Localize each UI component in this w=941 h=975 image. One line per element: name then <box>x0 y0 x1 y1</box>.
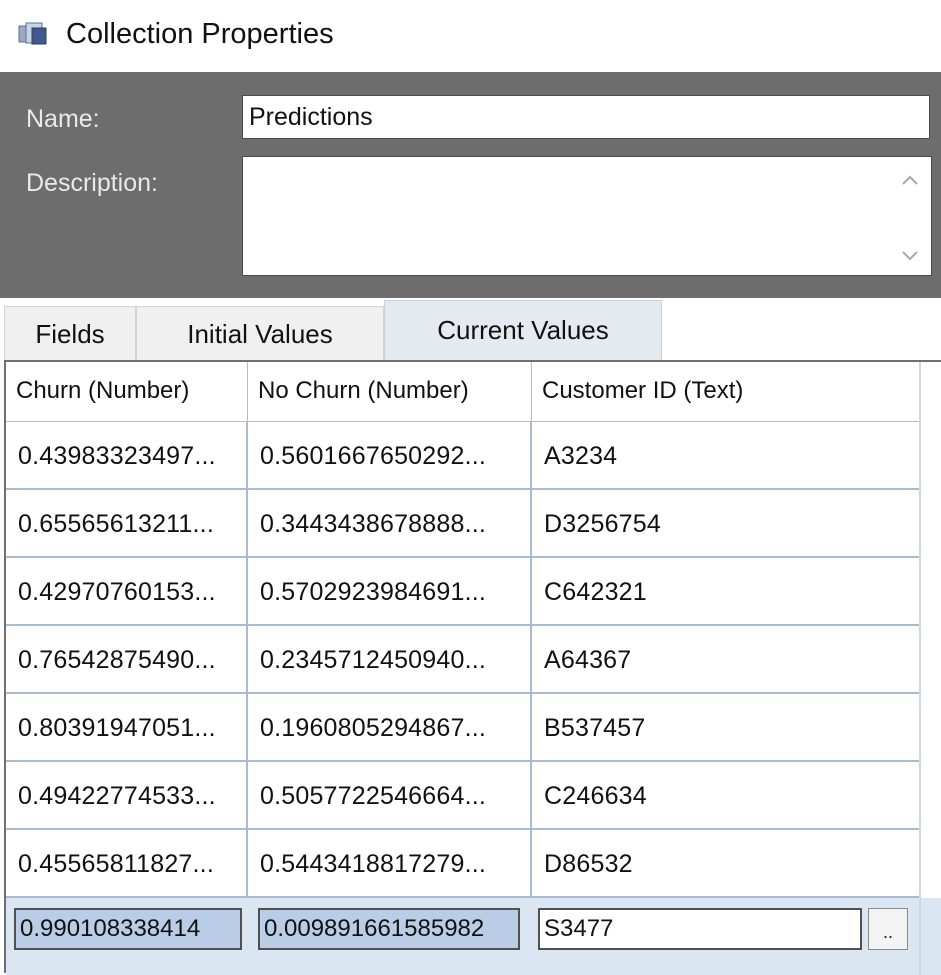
tab-current-values[interactable]: Current Values <box>384 300 662 360</box>
table-row[interactable]: 0.76542875490... 0.2345712450940... A643… <box>6 626 941 694</box>
tab-initial-values[interactable]: Initial Values <box>136 306 384 360</box>
title-bar: Collection Properties <box>0 0 941 72</box>
scroll-down-icon[interactable] <box>900 245 920 265</box>
no-churn-cell[interactable]: 0.1960805294867... <box>248 694 532 762</box>
no-churn-edit-field[interactable] <box>258 908 520 950</box>
column-header-customer-id[interactable]: Customer ID (Text) <box>532 362 921 422</box>
properties-header: Name: Description: <box>0 72 941 298</box>
customer-id-cell[interactable]: D3256754 <box>532 490 921 558</box>
tab-fields[interactable]: Fields <box>4 306 136 360</box>
customer-id-edit-field[interactable] <box>538 908 862 950</box>
grid-header: Churn (Number) No Churn (Number) Custome… <box>6 362 941 422</box>
grid-right-border <box>919 362 921 975</box>
name-label: Name: <box>26 105 100 133</box>
table-row[interactable]: 0.42970760153... 0.5702923984691... C642… <box>6 558 941 626</box>
description-label: Description: <box>26 169 158 197</box>
table-row[interactable]: 0.45565811827... 0.5443418817279... D865… <box>6 830 941 898</box>
churn-cell[interactable]: 0.43983323497... <box>6 422 248 490</box>
name-field[interactable] <box>242 95 930 139</box>
churn-cell[interactable]: 0.45565811827... <box>6 830 248 898</box>
no-churn-cell[interactable]: 0.5601667650292... <box>248 422 532 490</box>
customer-id-cell[interactable]: B537457 <box>532 694 921 762</box>
tab-strip: Fields Initial Values Current Values <box>0 298 941 360</box>
churn-cell[interactable]: 0.65565613211... <box>6 490 248 558</box>
churn-cell[interactable]: 0.80391947051... <box>6 694 248 762</box>
window-title: Collection Properties <box>66 18 334 50</box>
description-scrollbar[interactable] <box>889 157 931 275</box>
table-row[interactable]: 0.49422774533... 0.5057722546664... C246… <box>6 762 941 830</box>
churn-cell[interactable]: 0.76542875490... <box>6 626 248 694</box>
table-row[interactable]: 0.65565613211... 0.3443438678888... D325… <box>6 490 941 558</box>
table-row[interactable]: 0.43983323497... 0.5601667650292... A323… <box>6 422 941 490</box>
column-header-no-churn[interactable]: No Churn (Number) <box>248 362 532 422</box>
customer-id-cell[interactable]: C642321 <box>532 558 921 626</box>
no-churn-cell[interactable]: 0.5057722546664... <box>248 762 532 830</box>
customer-id-cell[interactable]: C246634 <box>532 762 921 830</box>
churn-cell[interactable]: 0.42970760153... <box>6 558 248 626</box>
churn-cell[interactable]: 0.49422774533... <box>6 762 248 830</box>
column-header-churn[interactable]: Churn (Number) <box>6 362 248 422</box>
table-row[interactable]: 0.80391947051... 0.1960805294867... B537… <box>6 694 941 762</box>
new-row-editor: .. <box>6 898 941 975</box>
no-churn-cell[interactable]: 0.2345712450940... <box>248 626 532 694</box>
ellipsis-button[interactable]: .. <box>868 908 908 950</box>
scroll-up-icon[interactable] <box>900 171 920 191</box>
customer-id-cell[interactable]: A64367 <box>532 626 921 694</box>
customer-id-cell[interactable]: D86532 <box>532 830 921 898</box>
values-grid: Churn (Number) No Churn (Number) Custome… <box>4 360 941 975</box>
churn-edit-field[interactable] <box>14 908 242 950</box>
no-churn-cell[interactable]: 0.3443438678888... <box>248 490 532 558</box>
no-churn-cell[interactable]: 0.5702923984691... <box>248 558 532 626</box>
no-churn-cell[interactable]: 0.5443418817279... <box>248 830 532 898</box>
description-field[interactable] <box>242 156 932 276</box>
customer-id-cell[interactable]: A3234 <box>532 422 921 490</box>
collection-icon <box>18 22 47 45</box>
